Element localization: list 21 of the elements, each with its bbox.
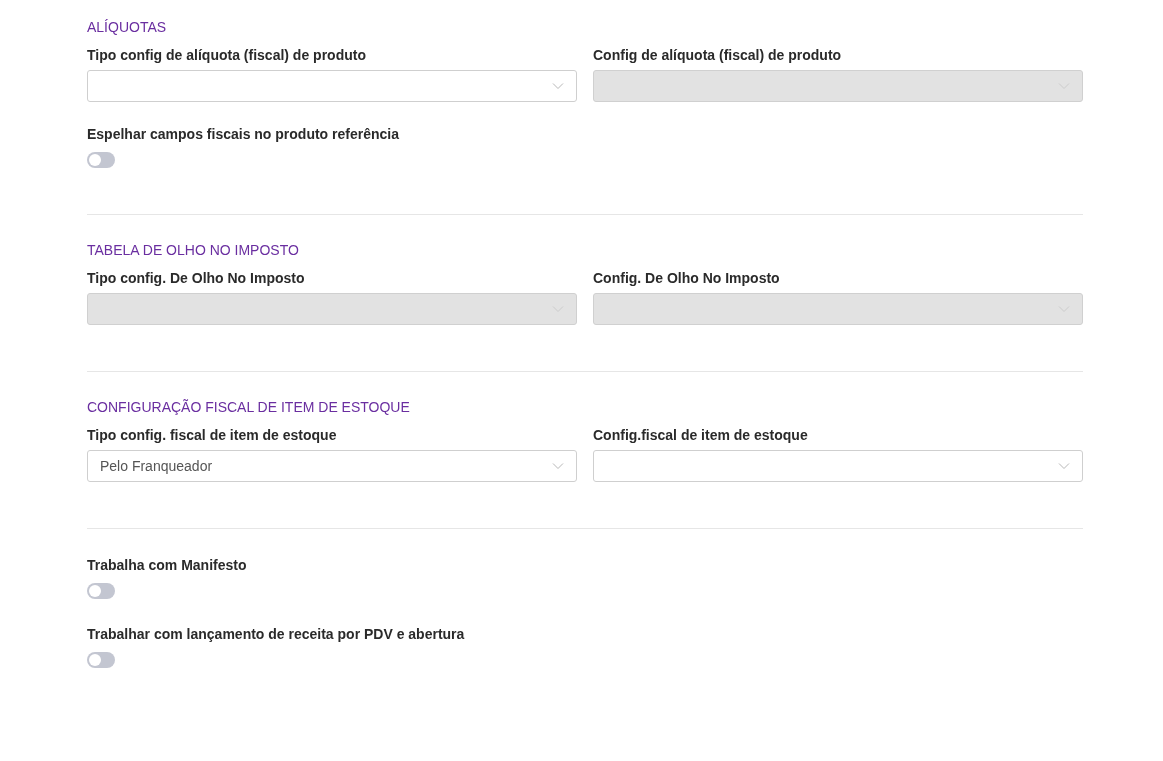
chevron-down-icon (552, 82, 564, 90)
field-label: Config.fiscal de item de estoque (593, 426, 809, 445)
chevron-down-icon (1058, 462, 1070, 470)
select-field[interactable] (87, 70, 577, 102)
field-label: Tipo config. fiscal de item de estoque (87, 426, 338, 445)
field-label: Tipo config de alíquota (fiscal) de produto (87, 46, 367, 65)
field-label: Tipo config. De Olho No Imposto (87, 269, 306, 288)
select-field[interactable] (593, 450, 1083, 482)
toggle-label: Espelhar campos fiscais no produto referência (87, 125, 399, 144)
toggle-switch[interactable] (87, 152, 115, 168)
toggle-switch[interactable] (87, 583, 115, 599)
section-title: TABELA DE OLHO NO IMPOSTO (87, 241, 300, 259)
section-title: ALÍQUOTAS (87, 18, 168, 36)
field-label: Config. De Olho No Imposto (593, 269, 781, 288)
field-label: Config de alíquota (fiscal) de produto (593, 46, 843, 65)
toggle-label: Trabalhar com lançamento de receita por PDV e abertura (87, 625, 465, 644)
toggle-switch[interactable] (87, 652, 115, 668)
toggle-label: Trabalha com Manifesto (87, 556, 247, 575)
select-field[interactable]: Pelo Franqueador (87, 450, 577, 482)
chevron-down-icon (552, 462, 564, 470)
section-title: CONFIGURAÇÃO FISCAL DE ITEM DE ESTOQUE (87, 398, 411, 416)
